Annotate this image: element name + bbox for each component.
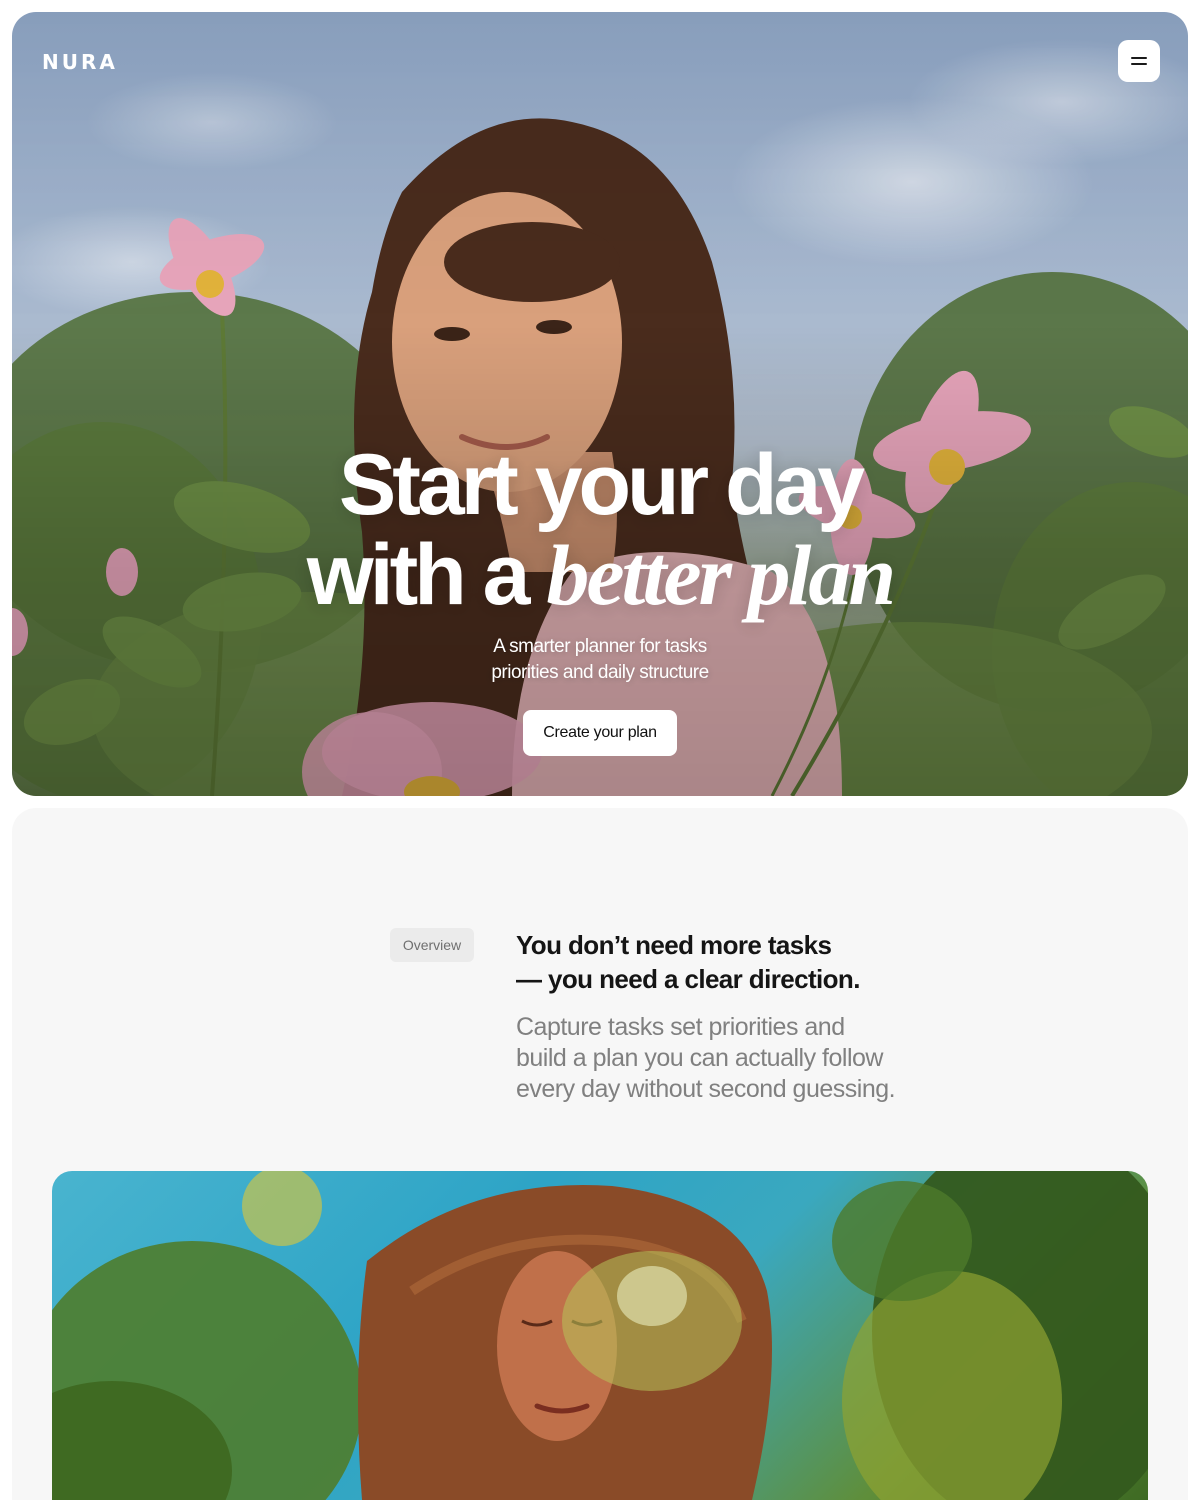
hero-title-accent: better plan — [546, 527, 896, 623]
overview-tag: Overview — [390, 928, 474, 962]
hero-section: NURA Start your day with a better plan A… — [12, 12, 1188, 796]
overview-body-line3: every day without second guessing. — [516, 1075, 896, 1103]
feature-photo — [52, 1171, 1148, 1500]
brand-logo[interactable]: NURA — [42, 50, 118, 74]
create-plan-button[interactable]: Create your plan — [523, 710, 677, 756]
hamburger-icon — [1131, 57, 1147, 65]
hero-title-line1: Start your day — [338, 437, 865, 533]
feature-photo-scene — [52, 1171, 1148, 1500]
overview-heading-line2: — you need a clear direction. — [516, 964, 860, 994]
overview-body-line1: Capture tasks set priorities and — [516, 1013, 845, 1041]
hero-title-line2-prefix: with a — [306, 527, 547, 623]
hero-subtitle-line2: priorities and daily structure — [491, 662, 709, 683]
overview-body: Capture tasks set priorities and build a… — [516, 1012, 976, 1105]
menu-button[interactable] — [1118, 40, 1160, 82]
hero-title: Start your day with a better plan — [12, 440, 1188, 620]
overview-heading-line1: You don’t need more tasks — [516, 930, 832, 960]
hero-subtitle-line1: A smarter planner for tasks — [493, 636, 707, 657]
overview-section: Overview You don’t need more tasks — you… — [12, 808, 1188, 1500]
overview-body-line2: build a plan you can actually follow — [516, 1044, 883, 1072]
hero-subtitle: A smarter planner for tasks priorities a… — [12, 634, 1188, 686]
overview-heading: You don’t need more tasks — you need a c… — [516, 928, 1036, 996]
